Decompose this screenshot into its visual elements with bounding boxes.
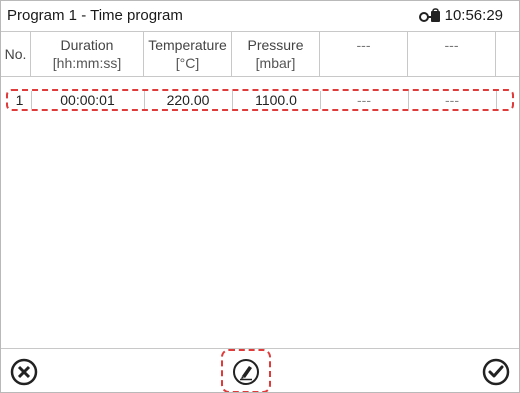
column-header-5-label: ---	[356, 37, 371, 53]
column-header-no: No.	[1, 32, 31, 76]
cancel-button[interactable]	[9, 357, 39, 387]
cell-temperature: 220.00	[144, 91, 233, 109]
cell-col6: ---	[408, 91, 497, 109]
title-bar: Program 1 - Time program 10:56:29	[1, 1, 519, 32]
edit-button[interactable]	[231, 357, 261, 387]
cell-col5: ---	[320, 91, 409, 109]
column-header-pressure-label: Pressure	[247, 37, 304, 53]
table-row[interactable]: 1 00:00:01 220.00 1100.0 --- ---	[6, 89, 514, 111]
column-header-pressure: Pressure [mbar]	[232, 32, 320, 76]
table-body: 1 00:00:01 220.00 1100.0 --- ---	[1, 77, 519, 347]
column-header-temperature-unit: [°C]	[175, 55, 200, 71]
column-header-duration-unit: [hh:mm:ss]	[52, 55, 122, 71]
column-header-duration-label: Duration	[60, 37, 114, 53]
close-circle-icon	[10, 358, 38, 386]
lock-key-icon	[418, 7, 441, 24]
column-header-5: ---	[320, 32, 408, 76]
column-header-duration: Duration [hh:mm:ss]	[31, 32, 144, 76]
column-header-6: ---	[408, 32, 496, 76]
page-title: Program 1 - Time program	[7, 7, 183, 24]
column-header-6-label: ---	[444, 37, 459, 53]
edit-pencil-icon	[233, 359, 259, 385]
column-header-temperature: Temperature [°C]	[144, 32, 232, 76]
clock-time: 10:56:29	[444, 7, 503, 24]
column-header-temperature-label: Temperature	[148, 37, 227, 53]
cell-no: 1	[8, 91, 32, 109]
cell-pressure: 1100.0	[232, 91, 321, 109]
column-header-pressure-unit: [mbar]	[255, 55, 296, 71]
program-editor-screen: Program 1 - Time program 10:56:29 No. Du…	[0, 0, 520, 393]
status-clock: 10:56:29	[418, 7, 503, 24]
table-header: No. Duration [hh:mm:ss] Temperature [°C]…	[1, 32, 519, 77]
bottom-toolbar	[1, 348, 519, 392]
confirm-button[interactable]	[481, 357, 511, 387]
cell-duration: 00:00:01	[31, 91, 145, 109]
check-circle-icon	[482, 358, 510, 386]
column-header-no-label: No.	[4, 46, 27, 62]
